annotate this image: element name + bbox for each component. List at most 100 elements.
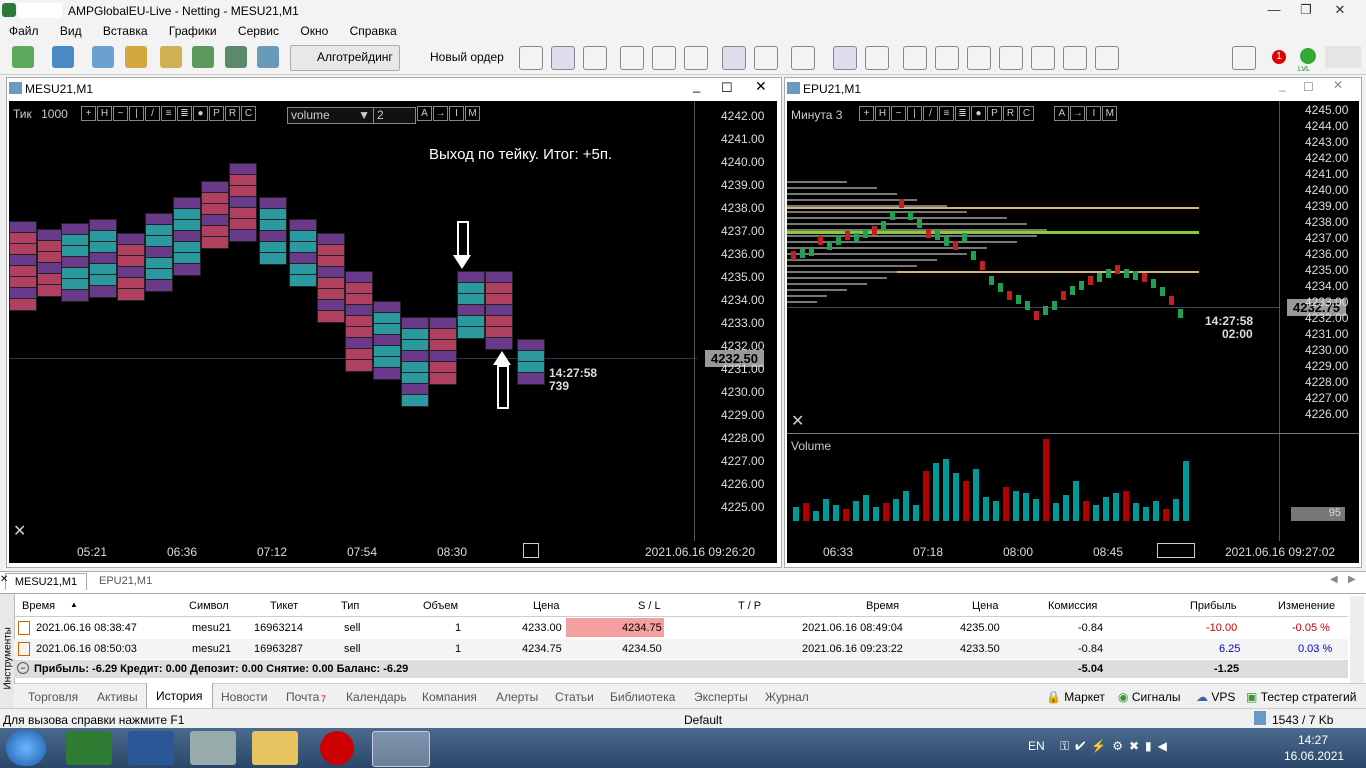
i-icon[interactable]: I <box>1086 106 1102 122</box>
col-price-open[interactable]: Цена <box>533 600 559 612</box>
autoscroll-icon[interactable] <box>722 46 746 70</box>
tab-company[interactable]: Компания <box>422 690 477 704</box>
col-change[interactable]: Изменение <box>1278 600 1335 612</box>
tile-icon[interactable] <box>684 46 708 70</box>
a-icon[interactable]: A <box>1054 106 1070 122</box>
col-tp[interactable]: T / P <box>738 600 761 612</box>
channel-icon[interactable] <box>999 46 1023 70</box>
h-icon[interactable]: H <box>875 106 890 122</box>
language-indicator[interactable]: EN <box>1028 739 1045 753</box>
menu-insert[interactable]: Вставка <box>94 22 157 38</box>
vps-tab[interactable]: ☁ VPS <box>1196 690 1235 704</box>
candles-icon[interactable] <box>551 46 575 70</box>
indicator-select[interactable]: volume ▼ <box>287 107 374 124</box>
terminal-icon[interactable] <box>225 46 247 68</box>
tab-calendar[interactable]: Календарь <box>346 690 407 704</box>
col-profit[interactable]: Прибыль <box>1190 600 1237 612</box>
tab-scroll-left[interactable]: ◀ <box>1330 574 1338 585</box>
calculator-icon[interactable] <box>190 731 236 765</box>
indicators-icon[interactable] <box>791 46 815 70</box>
tab-library[interactable]: Библиотека <box>610 690 675 704</box>
market-watch-icon[interactable] <box>125 46 147 68</box>
r-icon[interactable]: R <box>225 106 240 122</box>
clock-time[interactable]: 14:27 <box>1298 733 1328 747</box>
lines-icon[interactable]: ≣ <box>955 106 970 122</box>
tab-articles[interactable]: Статьи <box>555 690 594 704</box>
menu-file[interactable]: Файл <box>0 22 48 38</box>
c-icon[interactable]: C <box>241 106 256 122</box>
line-chart-icon[interactable] <box>583 46 607 70</box>
minus-icon[interactable]: − <box>891 106 906 122</box>
word-icon[interactable] <box>128 731 174 765</box>
algo-trading-button[interactable]: Алготрейдинг <box>290 45 400 71</box>
chart1-minimize-button[interactable]: _ <box>693 78 700 93</box>
zoom-in-icon[interactable] <box>620 46 644 70</box>
slash-icon[interactable]: / <box>923 106 938 122</box>
explorer-icon[interactable] <box>252 731 298 765</box>
list-icon[interactable]: ≡ <box>939 106 954 122</box>
c-icon[interactable]: C <box>1019 106 1034 122</box>
col-time-open[interactable]: Время <box>22 600 55 612</box>
zoom-out-icon[interactable] <box>652 46 676 70</box>
table-row[interactable]: 2021.06.16 08:50:03 mesu21 16963287 sell… <box>14 639 1348 659</box>
signals-tab[interactable]: ◉ Сигналы <box>1118 690 1181 704</box>
data-window-icon[interactable] <box>160 46 182 68</box>
metatrader-icon[interactable] <box>372 731 430 767</box>
bar-icon[interactable]: | <box>907 106 922 122</box>
col-type[interactable]: Тип <box>341 600 359 612</box>
chart2-minimize-button[interactable]: _ <box>1279 78 1286 92</box>
tools-icon[interactable]: ✕ <box>791 411 804 431</box>
horizontal-line-icon[interactable] <box>935 46 959 70</box>
col-price-close[interactable]: Цена <box>972 600 998 612</box>
i-icon[interactable]: I <box>449 106 464 122</box>
fibo-icon[interactable] <box>1031 46 1055 70</box>
tools-icon[interactable]: ✕ <box>13 521 26 541</box>
lines-icon[interactable]: ≣ <box>177 106 192 122</box>
market-tab[interactable]: 🔒 Маркет <box>1046 690 1105 704</box>
chart2-close-button[interactable]: ✕ <box>1333 78 1343 92</box>
status-profile[interactable]: Default <box>684 713 722 727</box>
navigator-icon[interactable] <box>92 46 114 68</box>
opera-icon[interactable] <box>320 731 354 765</box>
chart1-maximize-button[interactable]: ☐ <box>721 80 733 96</box>
chart-tab-epu21[interactable]: EPU21,M1 <box>99 575 152 587</box>
account-avatar[interactable] <box>1325 46 1361 68</box>
tab-scroll-right[interactable]: ▶ <box>1348 574 1356 585</box>
tab-assets[interactable]: Активы <box>97 690 138 704</box>
tab-news[interactable]: Новости <box>221 690 267 704</box>
chart2-maximize-button[interactable]: ☐ <box>1303 80 1314 94</box>
trendline-icon[interactable] <box>967 46 991 70</box>
minus-icon[interactable]: − <box>113 106 128 122</box>
tab-trade[interactable]: Торговля <box>28 690 78 704</box>
collapse-icon[interactable]: − <box>17 662 29 674</box>
col-ticket[interactable]: Тикет <box>270 600 298 612</box>
slash-icon[interactable]: / <box>145 106 160 122</box>
scroll-box[interactable] <box>1157 543 1195 558</box>
close-button[interactable]: ✕ <box>1328 2 1352 20</box>
col-commission[interactable]: Комиссия <box>1048 600 1097 612</box>
add-icon[interactable]: + <box>81 106 96 122</box>
dot-icon[interactable]: ● <box>193 106 208 122</box>
m-icon[interactable]: M <box>465 106 480 122</box>
profiles-icon[interactable] <box>52 46 74 68</box>
crosshair-icon[interactable] <box>865 46 889 70</box>
tab-alerts[interactable]: Алерты <box>496 690 538 704</box>
notification-badge[interactable]: 1 <box>1272 50 1286 64</box>
level-icon[interactable] <box>1300 48 1316 64</box>
chart2-area[interactable]: Минута 3 + H − | / ≡ ≣ ● P R C A → I M 4232.75 14:27:… <box>787 101 1359 542</box>
new-chart-icon[interactable] <box>12 46 34 68</box>
col-symbol[interactable]: Символ <box>189 600 229 612</box>
chart-tab-mesu21[interactable]: MESU21,M1 <box>5 573 87 590</box>
text-icon[interactable] <box>1063 46 1087 70</box>
signals-icon[interactable] <box>192 46 214 68</box>
tab-history[interactable]: История <box>146 683 213 710</box>
chart1-close-button[interactable]: ✕ <box>755 78 767 95</box>
col-time-close[interactable]: Время <box>866 600 899 612</box>
p-icon[interactable]: P <box>209 106 224 122</box>
chart1-area[interactable]: Тик 1000 + H − | / ≡ ≣ ● P R C volume ▼ 2 A → I M Выхо… <box>9 101 777 561</box>
arrow-icon[interactable]: → <box>1070 106 1086 122</box>
minimize-button[interactable]: — <box>1262 2 1286 20</box>
a-icon[interactable]: A <box>417 106 432 122</box>
start-button[interactable] <box>6 730 46 766</box>
bar-chart-icon[interactable] <box>519 46 543 70</box>
